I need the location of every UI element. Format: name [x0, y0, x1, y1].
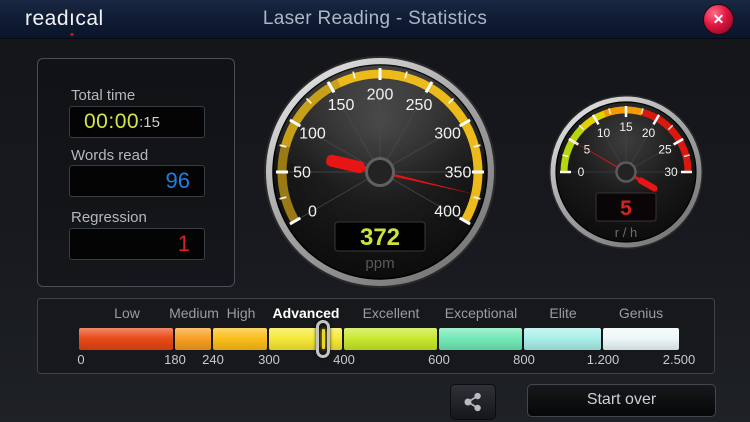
page-title: Laser Reading - Statistics — [262, 8, 488, 29]
gauge-hub — [365, 157, 395, 187]
scale-tick-600: 600 — [428, 352, 450, 367]
scale-bar — [79, 328, 679, 350]
speed-display-value: 372 — [360, 224, 400, 251]
share-button[interactable] — [450, 384, 496, 420]
speed-unit-label: ppm — [365, 255, 394, 272]
tier-label-exceptional: Exceptional — [444, 305, 518, 321]
svg-text:15: 15 — [619, 120, 633, 134]
tier-label-high: High — [226, 305, 256, 321]
regression-value: 1 — [177, 231, 190, 256]
total-time-field: 00:00 :15 — [69, 106, 205, 138]
regression-unit-label: r / h — [615, 225, 637, 240]
svg-text:0: 0 — [308, 204, 317, 221]
scale-tick-800: 800 — [513, 352, 535, 367]
svg-text:50: 50 — [293, 165, 311, 182]
svg-text:400: 400 — [434, 204, 461, 221]
laser-reading-statistics-screen: readıcal Laser Reading - Statistics ✕ To… — [0, 0, 750, 422]
regression-rate-gauge: 0 5 10 15 20 25 30 5 r / h — [549, 95, 703, 249]
scale-segment-advanced — [269, 328, 342, 350]
words-read-field: 96 — [69, 165, 205, 197]
regression-field: 1 — [69, 228, 205, 260]
scale-segment-high — [213, 328, 267, 350]
scale-segment-medium — [175, 328, 211, 350]
start-over-button[interactable]: Start over — [527, 384, 716, 417]
svg-text:30: 30 — [664, 165, 678, 179]
scale-tick-240: 240 — [202, 352, 224, 367]
words-read-value: 96 — [165, 168, 190, 193]
share-icon — [464, 392, 481, 412]
scale-position-marker[interactable] — [316, 320, 330, 358]
scale-segment-genius — [603, 328, 679, 350]
scale-segment-exceptional — [439, 328, 522, 350]
scale-tick-2500: 2.500 — [662, 352, 696, 367]
regression-label: Regression — [71, 209, 147, 226]
scale-tick-400: 400 — [333, 352, 355, 367]
total-time-value: 00:00 — [84, 110, 140, 133]
total-time-label: Total time — [71, 87, 136, 104]
svg-text:0: 0 — [578, 165, 585, 179]
regression-display-value: 5 — [620, 197, 632, 220]
svg-text:200: 200 — [367, 87, 394, 104]
tier-label-advanced: Advanced — [272, 305, 340, 321]
svg-text:300: 300 — [434, 126, 461, 143]
scale-tick-0: 0 — [77, 352, 85, 367]
svg-text:100: 100 — [299, 126, 326, 143]
gauge-hub — [615, 161, 637, 183]
scale-tick-300: 300 — [258, 352, 280, 367]
scale-tick-180: 180 — [164, 352, 186, 367]
tier-label-low: Low — [114, 305, 140, 321]
scale-segment-low — [79, 328, 173, 350]
svg-text:150: 150 — [328, 97, 355, 114]
scale-segment-elite — [524, 328, 601, 350]
reading-speed-gauge: 0 50 100 150 200 250 300 350 400 372 ppm — [264, 56, 496, 288]
tier-label-medium: Medium — [169, 305, 219, 321]
svg-text:350: 350 — [445, 165, 472, 182]
close-button[interactable]: ✕ — [703, 4, 734, 35]
svg-text:25: 25 — [658, 143, 672, 157]
tier-label-elite: Elite — [549, 305, 577, 321]
scale-marker-slot — [321, 329, 325, 349]
svg-text:10: 10 — [597, 126, 611, 140]
top-bar: readıcal Laser Reading - Statistics ✕ — [0, 0, 750, 39]
level-scale-panel: Low Medium High Advanced Excellent Excep… — [37, 298, 715, 374]
svg-text:20: 20 — [642, 126, 656, 140]
words-read-label: Words read — [71, 147, 149, 164]
tier-label-genius: Genius — [618, 305, 664, 321]
scale-tick-1200: 1.200 — [586, 352, 620, 367]
scale-segment-excellent — [344, 328, 437, 350]
tier-label-excellent: Excellent — [362, 305, 420, 321]
total-time-seconds: :15 — [139, 113, 160, 131]
stats-panel: Total time 00:00 :15 Words read 96 Regre… — [37, 58, 235, 287]
svg-text:250: 250 — [406, 97, 433, 114]
